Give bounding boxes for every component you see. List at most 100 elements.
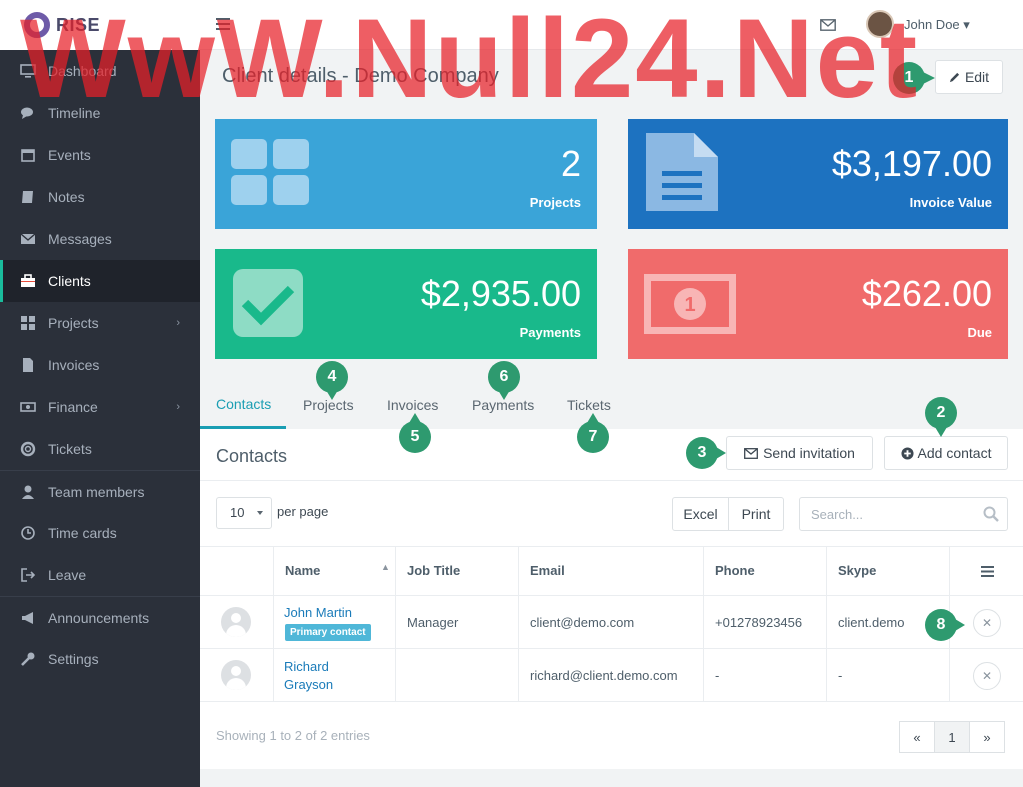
sidebar-item-events[interactable]: Events <box>0 134 200 176</box>
sign-out-icon <box>21 568 36 582</box>
step-pointer-7 <box>587 413 599 423</box>
caret-down-icon <box>257 511 263 515</box>
primary-contact-badge: Primary contact <box>285 624 371 641</box>
sidebar-item-projects[interactable]: Projects › <box>0 302 200 344</box>
sidebar-item-invoices[interactable]: Invoices <box>0 344 200 386</box>
search-icon <box>983 506 999 522</box>
column-divider <box>518 546 519 702</box>
step-pointer-2 <box>935 427 947 437</box>
sidebar-item-label: Team members <box>48 483 145 500</box>
excel-button[interactable]: Excel <box>672 497 729 531</box>
contact-avatar <box>221 660 251 690</box>
logo-mark <box>24 12 50 38</box>
sidebar-item-notes[interactable]: Notes <box>0 176 200 218</box>
phone-cell: - <box>715 668 720 683</box>
phone-cell: +01278923456 <box>715 615 803 630</box>
step-pointer-5 <box>409 413 421 423</box>
money-icon <box>20 402 36 412</box>
column-header-email[interactable]: Email <box>530 563 565 578</box>
user-icon <box>22 485 34 499</box>
delete-contact-button[interactable]: ✕ <box>973 609 1001 637</box>
sidebar-item-announcements[interactable]: Announcements <box>0 596 200 638</box>
lifebuoy-icon <box>20 441 36 457</box>
logo[interactable]: RISE <box>0 0 200 50</box>
sidebar-item-finance[interactable]: Finance › <box>0 386 200 428</box>
sort-asc-icon[interactable]: ▲ <box>381 562 390 572</box>
due-value: $262.00 <box>861 273 992 314</box>
step-pointer-6 <box>498 390 510 400</box>
sidebar-item-clients[interactable]: Clients <box>0 260 200 302</box>
email-cell: richard@client.demo.com <box>530 668 678 683</box>
sidebar-item-timeline[interactable]: Timeline <box>0 92 200 134</box>
sidebar-item-tickets[interactable]: Tickets <box>0 428 200 470</box>
projects-label: Projects <box>529 195 581 210</box>
edit-button[interactable]: Edit <box>935 60 1003 94</box>
page-title: Client details - Demo Company <box>222 65 499 87</box>
column-header-skype[interactable]: Skype <box>838 563 876 578</box>
column-divider <box>703 546 704 702</box>
document-icon <box>646 133 718 211</box>
search-input[interactable]: Search... <box>799 497 1008 531</box>
user-avatar[interactable] <box>866 10 894 38</box>
sidebar-item-dashboard[interactable]: Dashboard <box>0 50 200 92</box>
menu-toggle-icon[interactable] <box>216 18 230 30</box>
sidebar: RISE Dashboard Timeline Events Notes Mes… <box>0 0 200 787</box>
sidebar-item-settings[interactable]: Settings <box>0 638 200 680</box>
contact-name-link[interactable]: Richard Grayson <box>284 658 333 694</box>
topbar: John Doe ▾ <box>200 0 1023 50</box>
sidebar-item-label: Dashboard <box>48 63 117 79</box>
excel-label: Excel <box>683 506 718 522</box>
send-invitation-button[interactable]: Send invitation <box>726 436 873 470</box>
payments-value: $2,935.00 <box>420 273 581 314</box>
step-badge-8: 8 <box>925 609 957 641</box>
sidebar-item-label: Timeline <box>48 105 101 121</box>
sidebar-item-label: Tickets <box>48 441 92 457</box>
contact-name-link[interactable]: John Martin <box>284 605 352 620</box>
projects-stat-card[interactable]: 2 Projects <box>215 119 597 229</box>
pagination: « 1 » <box>899 721 1005 753</box>
page-size-value: 10 <box>230 505 245 520</box>
divider <box>200 701 1023 702</box>
comments-icon <box>21 107 33 119</box>
step-pointer-1 <box>923 72 935 84</box>
grid-icon <box>231 139 309 205</box>
divider <box>200 595 1023 596</box>
contact-last-name: Grayson <box>284 677 334 692</box>
mail-icon[interactable] <box>820 19 836 31</box>
contacts-panel: Contacts Send invitation Add contact 10 … <box>200 429 1023 769</box>
search-placeholder: Search... <box>811 507 864 522</box>
invoice-value-stat-card[interactable]: $3,197.00 Invoice Value <box>628 119 1008 229</box>
skype-cell: - <box>838 668 843 683</box>
due-stat-card[interactable]: 1 $262.00 Due <box>628 249 1008 359</box>
add-contact-button[interactable]: Add contact <box>884 436 1008 470</box>
sidebar-item-leave[interactable]: Leave <box>0 554 200 596</box>
sidebar-item-messages[interactable]: Messages <box>0 218 200 260</box>
sidebar-item-label: Messages <box>48 231 112 247</box>
delete-contact-button[interactable]: ✕ <box>973 662 1001 690</box>
tab-invoices[interactable]: Invoices <box>387 397 438 413</box>
wrench-icon <box>21 652 35 666</box>
chevron-right-icon: › <box>176 317 180 329</box>
tab-contacts[interactable]: Contacts <box>216 396 271 412</box>
page-size-select[interactable]: 10 <box>216 497 272 529</box>
sidebar-item-team-members[interactable]: Team members <box>0 470 200 512</box>
pager-next-button[interactable]: » <box>969 721 1005 753</box>
column-header-phone[interactable]: Phone <box>715 563 755 578</box>
payments-stat-card[interactable]: $2,935.00 Payments <box>215 249 597 359</box>
clock-icon <box>21 526 35 540</box>
column-divider <box>273 546 274 702</box>
columns-menu-icon[interactable] <box>981 566 994 577</box>
tab-tickets[interactable]: Tickets <box>567 397 611 413</box>
print-button[interactable]: Print <box>728 497 784 531</box>
pager-prev-button[interactable]: « <box>899 721 935 753</box>
user-menu[interactable]: John Doe ▾ <box>904 17 970 33</box>
pager-page-button[interactable]: 1 <box>934 721 970 753</box>
sidebar-item-time-cards[interactable]: Time cards <box>0 512 200 554</box>
check-square-icon <box>233 269 303 337</box>
column-header-name[interactable]: Name <box>285 563 320 578</box>
pencil-icon <box>949 72 960 82</box>
column-header-job-title[interactable]: Job Title <box>407 563 460 578</box>
sidebar-item-label: Projects <box>48 315 99 331</box>
money-icon: 1 <box>644 274 736 334</box>
svg-text:1: 1 <box>684 294 695 316</box>
